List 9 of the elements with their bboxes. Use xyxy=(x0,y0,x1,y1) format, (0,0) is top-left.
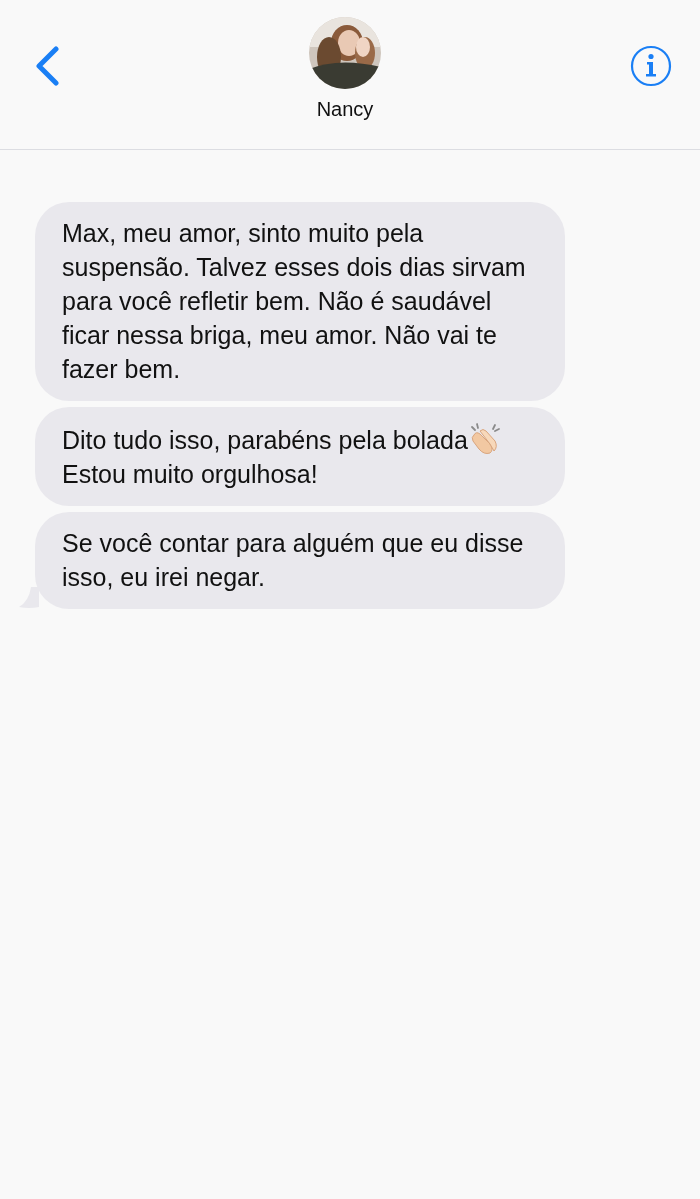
chevron-left-icon xyxy=(34,46,60,86)
message-text: Dito tudo isso, parabéns pela bolada xyxy=(62,426,468,454)
contact-name[interactable]: Nancy xyxy=(316,98,374,121)
info-icon xyxy=(630,45,672,87)
message-text: Max, meu amor, sinto muito pela suspensão. Talvez esses dois dias sirvam para você refletir bem. Não é saudável ficar nessa briga, meu amor. Não vai te fazer bem. xyxy=(62,219,526,383)
message-text: Estou muito orgulhosa! xyxy=(62,460,318,488)
back-button[interactable] xyxy=(34,46,60,86)
info-button[interactable] xyxy=(630,45,672,87)
message-text: Se você contar para alguém que eu disse isso, eu irei negar. xyxy=(62,529,524,591)
